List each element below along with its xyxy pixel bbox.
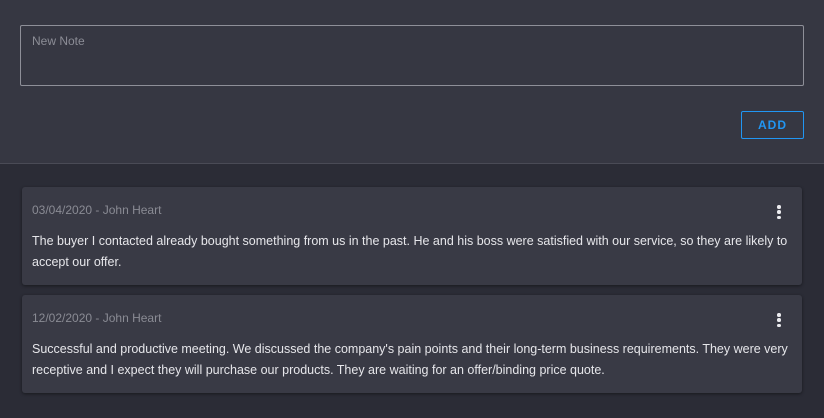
note-text: The buyer I contacted already bought som… [32, 234, 788, 269]
note-card: 12/02/2020 - John Heart Successful and p… [22, 295, 802, 393]
notes-list: 03/04/2020 - John Heart The buyer I cont… [22, 187, 802, 403]
more-vert-icon[interactable] [774, 205, 784, 219]
new-note-placeholder: New Note [32, 34, 85, 48]
note-text: Successful and productive meeting. We di… [32, 342, 788, 377]
note-meta: 03/04/2020 - John Heart [32, 203, 162, 217]
note-card: 03/04/2020 - John Heart The buyer I cont… [22, 187, 802, 285]
new-note-input[interactable]: New Note [20, 25, 804, 86]
note-meta: 12/02/2020 - John Heart [32, 311, 162, 325]
more-vert-icon[interactable] [774, 313, 784, 327]
new-note-panel: New Note ADD [0, 0, 824, 164]
add-button[interactable]: ADD [741, 111, 804, 139]
